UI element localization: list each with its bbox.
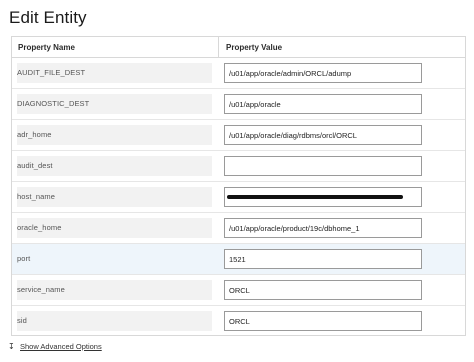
column-header-property-value[interactable]: Property Value [219,37,465,57]
property-value-input[interactable] [224,218,422,238]
property-name: oracle_home [17,218,212,238]
table-header: Property Name Property Value [12,37,465,58]
property-value-input[interactable] [224,125,422,145]
table-row: host_name [12,182,465,213]
redaction-bar [227,194,403,199]
property-value-input[interactable] [224,311,422,331]
property-value-input[interactable] [224,280,422,300]
show-advanced-options-link[interactable]: Show Advanced Options [20,342,102,351]
property-value-input[interactable] [224,249,422,269]
expand-arrow-icon[interactable]: ↧ [8,342,20,351]
table-row: adr_home [12,120,465,151]
table-row: service_name [12,275,465,306]
table-row: DIAGNOSTIC_DEST [12,89,465,120]
properties-table: Property Name Property Value AUDIT_FILE_… [11,36,466,336]
property-name: port [17,249,212,269]
column-header-property-name[interactable]: Property Name [12,37,219,57]
table-row: audit_dest [12,151,465,182]
table-row: sid [12,306,465,335]
property-name: audit_dest [17,156,212,176]
property-name: DIAGNOSTIC_DEST [17,94,212,114]
property-name: AUDIT_FILE_DEST [17,63,212,83]
property-name: adr_home [17,125,212,145]
property-name: sid [17,311,212,331]
dialog-title: Edit Entity [9,8,87,27]
table-row: AUDIT_FILE_DEST [12,58,465,89]
show-advanced-options-toggle[interactable]: ↧ Show Advanced Options [8,342,102,351]
property-value-input[interactable] [224,94,422,114]
table-row: oracle_home [12,213,465,244]
property-value-input[interactable] [224,156,422,176]
property-name: service_name [17,280,212,300]
table-row-selected: port [12,244,465,275]
property-name: host_name [17,187,212,207]
property-value-input[interactable] [224,63,422,83]
